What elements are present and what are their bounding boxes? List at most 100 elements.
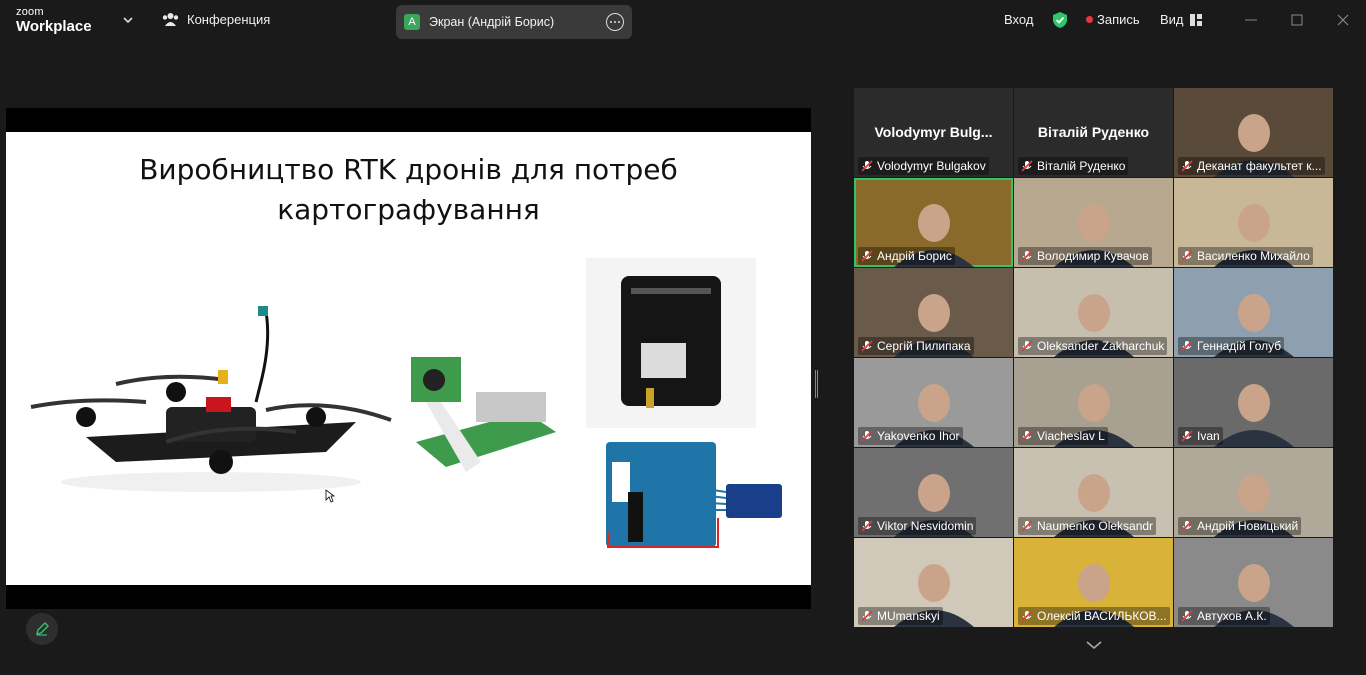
participant-tile[interactable]: Сергій Пилипака [854,268,1013,357]
mic-muted-icon [861,340,873,352]
participant-name-label: Volodymyr Bulgakov [858,157,989,175]
mic-muted-icon [1181,610,1193,622]
participant-tile[interactable]: Naumenko Oleksandr [1014,448,1173,537]
mic-muted-icon [1021,160,1033,172]
shield-check-icon[interactable] [1052,11,1068,29]
more-icon[interactable] [606,13,624,31]
participant-tile[interactable]: Володимир Кувачов [1014,178,1173,267]
mic-muted-icon [1181,340,1193,352]
mouse-cursor-icon [325,489,335,503]
participant-name: Андрій Борис [877,249,952,263]
participant-name-label: Ivan [1178,427,1223,445]
gps-board-image [586,258,756,428]
participant-tile[interactable]: Volodymyr Bulg... Volodymyr Bulgakov [854,88,1013,177]
participant-tile[interactable]: Деканат факультет к... [1174,88,1333,177]
chevron-down-icon[interactable] [1084,638,1104,652]
participant-tile[interactable]: Oleksander Zakharchuk [1014,268,1173,357]
participant-name-label: Віталій Руденко [1018,157,1129,175]
participant-name-label: Naumenko Oleksandr [1018,517,1157,535]
participant-name-label: Олексій ВАСИЛЬКОВ... [1018,607,1170,625]
minimize-icon[interactable] [1243,12,1259,28]
participant-tile[interactable]: Viktor Nesvidomin [854,448,1013,537]
participant-name: Naumenko Oleksandr [1037,519,1154,533]
participant-name: Oleksander Zakharchuk [1037,339,1165,353]
signin-button[interactable]: Вход [1004,12,1033,27]
arduino-diagram-image [606,442,782,548]
mic-muted-icon [861,430,873,442]
participant-name-label: Автухов А.К. [1178,607,1270,625]
participant-name-label: Сергій Пилипака [858,337,974,355]
participant-name-label: MUmanskyi [858,607,943,625]
mic-muted-icon [1021,340,1033,352]
record-label: Запись [1097,12,1140,27]
resize-handle[interactable] [815,370,818,398]
record-dot-icon [1086,16,1093,23]
participant-name: Volodymyr Bulgakov [877,159,986,173]
participant-tile[interactable]: Олексій ВАСИЛЬКОВ... [1014,538,1173,627]
zoom-logo: zoom Workplace [16,6,92,35]
meeting-info[interactable]: Конференция [162,12,270,27]
grid-view-icon [1189,13,1202,26]
participant-name-label: Деканат факультет к... [1178,157,1325,175]
mic-muted-icon [1021,430,1033,442]
annotate-button[interactable] [26,613,58,645]
mic-muted-icon [861,250,873,262]
screen-share-pill[interactable]: А Экран (Андрій Борис) [396,5,632,39]
view-button[interactable]: Вид [1160,12,1202,27]
participant-name: MUmanskyi [877,609,940,623]
chevron-down-icon[interactable] [122,14,134,26]
mic-muted-icon [1021,250,1033,262]
sharer-avatar: А [404,14,420,30]
mic-muted-icon [1181,430,1193,442]
participant-name: Viacheslav L [1037,429,1105,443]
participant-name: Деканат факультет к... [1197,159,1322,173]
participant-name-label: Yakovenko Ihor [858,427,963,445]
meeting-title: Конференция [187,12,271,27]
participant-name: Viktor Nesvidomin [877,519,974,533]
participant-name-label: Андрій Новицький [1178,517,1302,535]
participant-name: Віталій Руденко [1037,159,1126,173]
participant-name: Сергій Пилипака [877,339,971,353]
brand-line2: Workplace [16,18,92,35]
participant-tile[interactable]: Viacheslav L [1014,358,1173,447]
participant-tile[interactable]: Андрій Новицький [1174,448,1333,537]
participant-name-label: Василенко Михайло [1178,247,1313,265]
participant-tile[interactable]: Геннадій Голуб [1174,268,1333,357]
participant-tile[interactable]: Віталій Руденко Віталій Руденко [1014,88,1173,177]
mic-muted-icon [1021,610,1033,622]
participant-display-name: Volodymyr Bulg... [874,124,993,140]
participant-tile[interactable]: MUmanskyi [854,538,1013,627]
participant-tile[interactable]: Ivan [1174,358,1333,447]
mic-muted-icon [861,520,873,532]
participant-gallery: Volodymyr Bulg... Volodymyr Bulgakov Вітал… [854,88,1334,628]
participant-tile[interactable]: Yakovenko Ihor [854,358,1013,447]
participant-name-label: Viacheslav L [1018,427,1108,445]
title-bar: zoom Workplace Конференция А Экран (Андр… [0,0,1366,44]
record-button[interactable]: Запись [1086,12,1140,27]
view-label: Вид [1160,12,1184,27]
slide-title: Виробництво RTK дронів для потреб картог… [6,150,811,230]
participant-name: Yakovenko Ihor [877,429,960,443]
screen-share-label: Экран (Андрій Борис) [429,15,555,29]
participant-name-label: Viktor Nesvidomin [858,517,977,535]
people-icon [162,13,179,26]
participant-name: Василенко Михайло [1197,249,1310,263]
participant-name: Володимир Кувачов [1037,249,1149,263]
maximize-icon[interactable] [1289,12,1305,28]
close-icon[interactable] [1335,12,1351,28]
drone-image [30,306,392,492]
participant-name-label: Oleksander Zakharchuk [1018,337,1168,355]
mic-muted-icon [1021,520,1033,532]
mic-muted-icon [1181,160,1193,172]
pencil-icon [36,622,49,636]
participant-tile[interactable]: Автухов А.К. [1174,538,1333,627]
participant-name-label: Андрій Борис [858,247,955,265]
participant-name: Олексій ВАСИЛЬКОВ... [1037,609,1167,623]
participant-tile[interactable]: Андрій Борис [854,178,1013,267]
signin-label: Вход [1004,12,1034,27]
participant-display-name: Віталій Руденко [1037,124,1150,140]
participant-tile[interactable]: Василенко Михайло [1174,178,1333,267]
brand-line1: zoom [16,6,44,18]
participant-name: Ivan [1197,429,1220,443]
mic-muted-icon [861,610,873,622]
